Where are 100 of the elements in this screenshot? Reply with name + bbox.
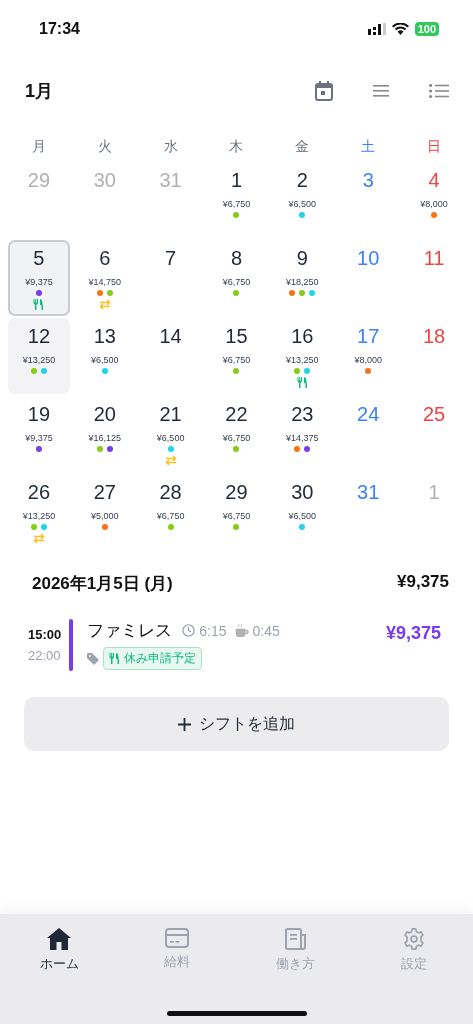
day-number: 3 — [362, 168, 374, 192]
day-amount: ¥6,750 — [222, 355, 251, 365]
day-cell[interactable]: 12 ¥13,250 — [8, 318, 70, 394]
start-time: 15:00 — [28, 627, 62, 642]
day-cell[interactable]: 2 ¥6,500 — [271, 162, 334, 238]
weekday-label: 土 — [360, 138, 377, 156]
day-number: 5 — [33, 246, 45, 270]
day-number: 12 — [27, 324, 51, 348]
battery-level: 100 — [414, 22, 439, 36]
day-number: 4 — [428, 168, 440, 192]
swap-icon — [98, 299, 111, 310]
calendar-icon[interactable] — [315, 81, 333, 101]
day-cell[interactable]: 13 ¥6,500 — [73, 318, 136, 394]
signal-icon — [367, 23, 386, 35]
day-cell[interactable]: 16 ¥13,250 — [271, 318, 334, 394]
day-number: 17 — [357, 324, 380, 348]
day-amount: ¥6,750 — [222, 433, 251, 443]
day-number: 20 — [93, 402, 116, 426]
day-cell[interactable]: 26 ¥13,250 — [8, 474, 70, 550]
tag-icon — [87, 652, 100, 665]
day-cell[interactable]: 29 ¥6,750 — [205, 474, 268, 550]
day-amount: ¥6,500 — [156, 433, 185, 443]
day-number: 13 — [93, 324, 116, 348]
home-icon — [47, 928, 72, 950]
day-cell[interactable]: 3 — [337, 162, 400, 238]
day-number: 15 — [225, 324, 248, 348]
settings-icon — [402, 928, 425, 950]
day-cell[interactable]: 10 — [337, 240, 400, 316]
day-cell[interactable]: 20 ¥16,125 — [73, 396, 136, 472]
day-amount: ¥8,000 — [420, 199, 448, 209]
day-cell[interactable]: 5 ¥9,375 — [8, 240, 70, 316]
day-amount: ¥13,250 — [286, 355, 319, 365]
day-amount: ¥6,500 — [91, 355, 119, 365]
day-number: 31 — [159, 168, 182, 192]
day-cell[interactable]: 4 ¥8,000 — [403, 162, 465, 238]
tab-item[interactable]: ホーム — [0, 928, 119, 973]
day-amount: ¥9,375 — [25, 277, 53, 287]
day-cell[interactable]: 23 ¥14,375 — [271, 396, 334, 472]
day-cell[interactable]: 6 ¥14,750 — [73, 240, 136, 316]
day-cell[interactable]: 30 ¥6,500 — [271, 474, 334, 550]
day-amount: ¥9,375 — [25, 433, 53, 443]
day-number: 21 — [159, 402, 182, 426]
day-cell[interactable]: 28 ¥6,750 — [139, 474, 202, 550]
day-cell[interactable]: 22 ¥6,750 — [205, 396, 268, 472]
day-amount: ¥6,750 — [222, 199, 251, 209]
day-cell[interactable]: 7 — [139, 240, 202, 316]
day-amount: ¥6,750 — [222, 511, 251, 521]
day-number: 14 — [159, 324, 182, 348]
day-number: 9 — [296, 246, 308, 270]
day-number: 27 — [93, 480, 116, 504]
day-amount: ¥6,500 — [288, 199, 317, 209]
day-number: 22 — [225, 402, 248, 426]
day-cell[interactable]: 11 — [403, 240, 465, 316]
day-number: 18 — [422, 324, 446, 348]
day-cell[interactable]: 24 — [337, 396, 400, 472]
day-cell[interactable]: 1 ¥6,750 — [205, 162, 268, 238]
day-number: 29 — [27, 168, 51, 192]
add-shift-button[interactable]: シフトを追加 — [24, 697, 449, 751]
day-cell[interactable]: 18 — [403, 318, 465, 394]
document-icon — [284, 928, 307, 950]
day-number: 30 — [291, 480, 314, 504]
menu-icon[interactable] — [373, 85, 389, 97]
day-number: 29 — [225, 480, 248, 504]
weekday-label: 水 — [162, 138, 179, 156]
day-number: 31 — [357, 480, 380, 504]
day-cell[interactable]: 19 ¥9,375 — [8, 396, 70, 472]
day-cell[interactable]: 14 — [139, 318, 202, 394]
day-amount: ¥13,250 — [22, 511, 56, 521]
status-time: 17:34 — [39, 20, 80, 38]
day-cell[interactable]: 27 ¥5,000 — [73, 474, 136, 550]
swap-icon — [164, 455, 177, 466]
day-amount: ¥14,375 — [286, 433, 319, 443]
tag-label: 休み申請予定 — [124, 650, 197, 667]
day-cell[interactable]: 25 — [403, 396, 465, 472]
day-cell[interactable]: 9 ¥18,250 — [271, 240, 334, 316]
selected-date: 2026年1月5日 (月) — [32, 573, 173, 595]
work-duration: 6:15 — [199, 622, 227, 639]
day-amount: ¥6,500 — [288, 511, 317, 521]
workplace-name: ファミレス — [87, 620, 173, 642]
day-cell[interactable]: 17 ¥8,000 — [337, 318, 400, 394]
weekday-label: 火 — [96, 138, 113, 156]
day-cell[interactable]: 21 ¥6,500 — [139, 396, 202, 472]
day-number: 1 — [428, 480, 440, 504]
day-number: 1 — [230, 168, 243, 192]
day-amount: ¥8,000 — [354, 355, 382, 365]
day-amount: ¥16,125 — [88, 433, 122, 443]
utensils-icon — [33, 299, 45, 310]
day-number: 8 — [230, 246, 243, 270]
credit-card-icon — [165, 928, 190, 948]
day-amount: ¥6,750 — [222, 277, 251, 287]
day-cell[interactable]: 31 — [337, 474, 400, 550]
swap-icon — [32, 533, 45, 544]
bulleted-list-icon[interactable] — [429, 84, 449, 98]
utensils-icon — [296, 377, 308, 388]
day-cell[interactable]: 8 ¥6,750 — [205, 240, 268, 316]
day-number: 7 — [165, 246, 177, 270]
day-number: 23 — [291, 402, 314, 426]
day-number: 30 — [93, 168, 116, 192]
day-amount: ¥5,000 — [91, 511, 119, 521]
day-cell[interactable]: 15 ¥6,750 — [205, 318, 268, 394]
